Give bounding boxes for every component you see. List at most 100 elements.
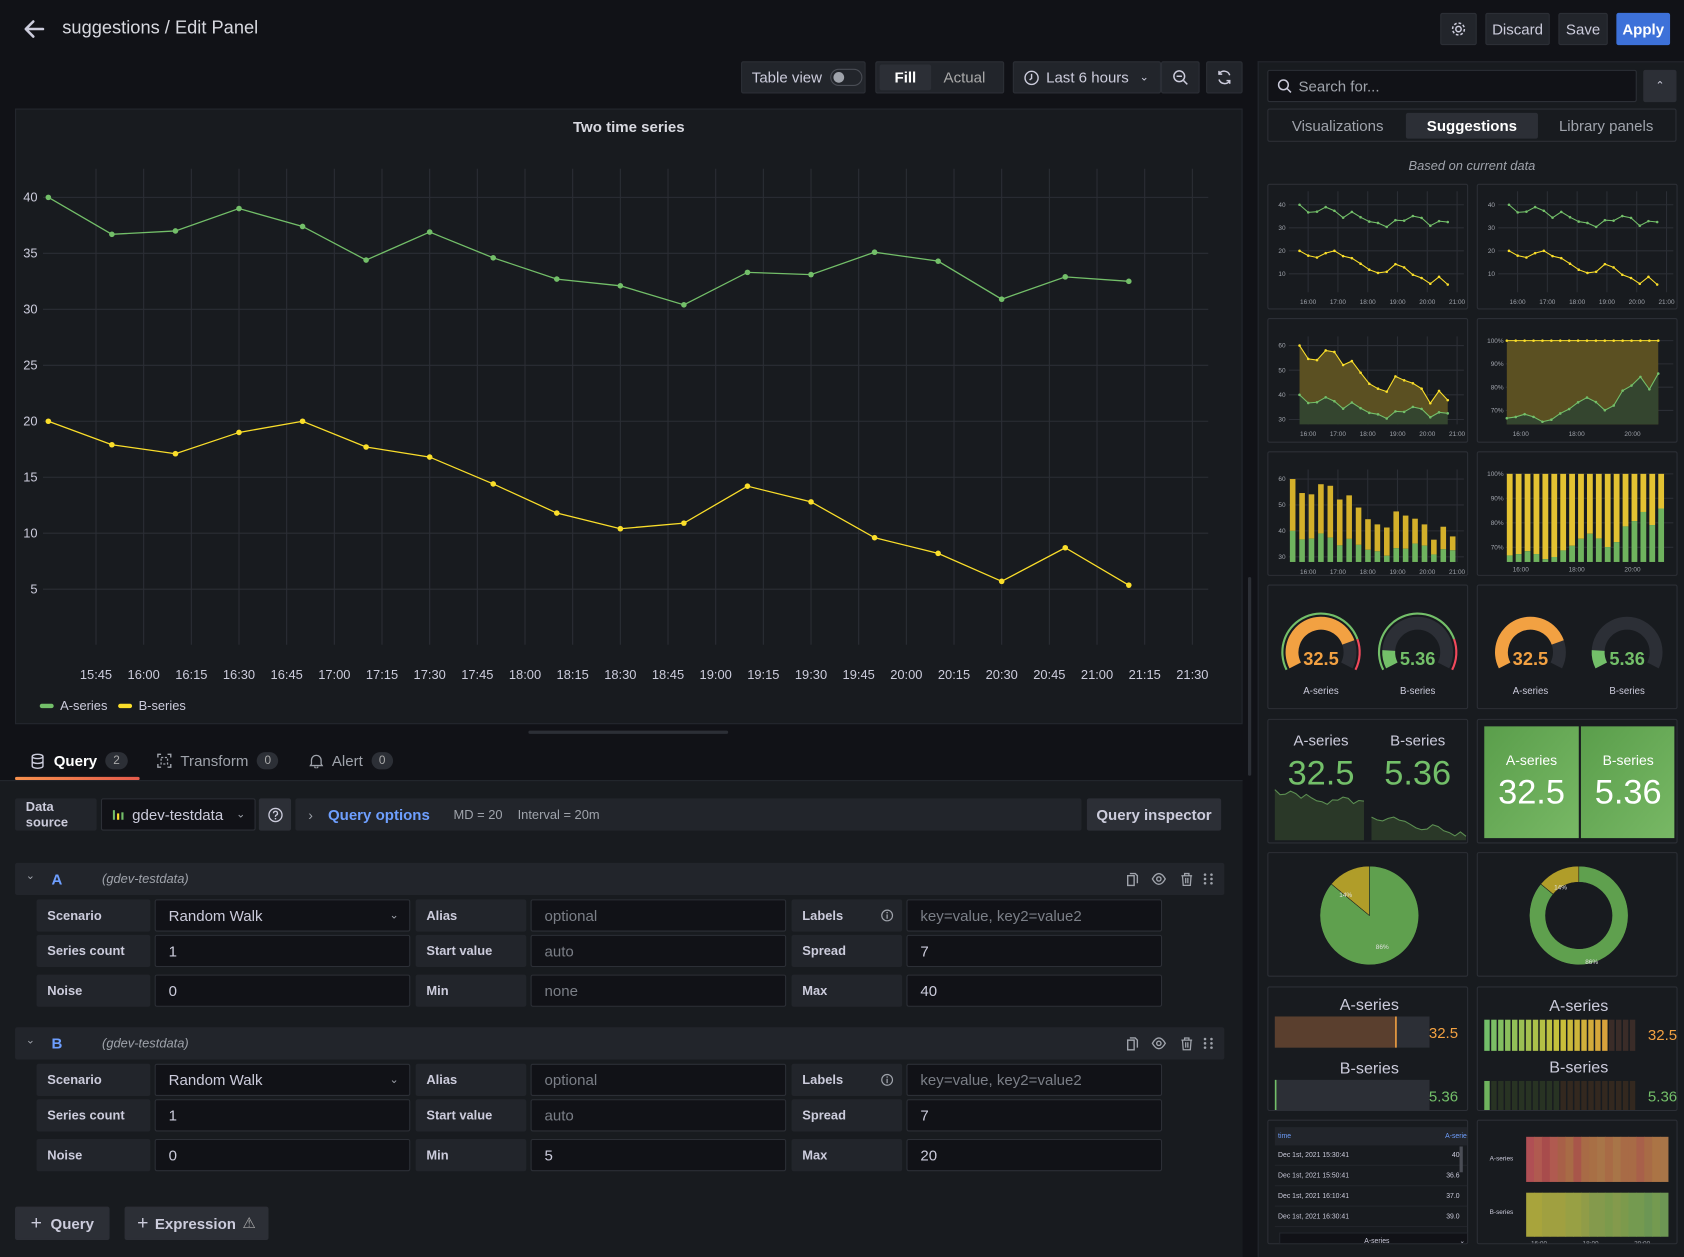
suggestion-gauge-no-thresholds[interactable]: 32.5 5.36 A-series B-series bbox=[1476, 584, 1678, 710]
suggestion-pie[interactable]: 14% 86% bbox=[1267, 852, 1469, 977]
apply-button[interactable]: Apply bbox=[1616, 12, 1671, 46]
save-button[interactable]: Save bbox=[1558, 12, 1608, 46]
panel-resize-handle[interactable] bbox=[528, 730, 729, 734]
drag-handle-icon[interactable] bbox=[1201, 1036, 1216, 1051]
fill-button[interactable]: Fill bbox=[879, 64, 932, 91]
duplicate-icon[interactable] bbox=[1123, 1036, 1139, 1051]
query-row-header[interactable] bbox=[15, 862, 1225, 896]
tab-transform[interactable]: Transform 0 bbox=[157, 752, 279, 770]
collapse-chevron-icon[interactable]: ⌄ bbox=[26, 870, 35, 882]
eye-icon[interactable] bbox=[1151, 1036, 1167, 1051]
table-series-select[interactable]: A-series ⌄ bbox=[1279, 1232, 1468, 1244]
suggestion-percent-area[interactable]: 16:00 18:00 20:00 70% 80% 90% 100% bbox=[1476, 318, 1678, 443]
bar-b bbox=[1551, 473, 1558, 558]
suggestion-table[interactable]: time A-series Dec 1st, 2021 15:30:41 40 Dec … bbox=[1267, 1119, 1469, 1245]
suggestion-state-timeline[interactable]: A-series B-series 16:00 18:00 20:00 bbox=[1476, 1119, 1678, 1245]
settings-button[interactable] bbox=[1440, 12, 1477, 46]
table-scrollbar[interactable] bbox=[1459, 1146, 1463, 1173]
time-range-picker[interactable]: Last 6 hours ⌄ bbox=[1012, 61, 1161, 94]
labels-field[interactable]: key=value, key2=value2 bbox=[906, 899, 1163, 932]
bar-b bbox=[1336, 499, 1343, 546]
toggle-switch[interactable] bbox=[830, 68, 863, 86]
suggestion-stat-sparkline[interactable]: A-series B-series 32.5 5.36 bbox=[1267, 718, 1469, 844]
collapse-sidebar-button[interactable]: ⌃ bbox=[1643, 69, 1677, 103]
query-inspector-button[interactable]: Query inspector bbox=[1086, 798, 1222, 831]
trash-icon[interactable] bbox=[1179, 871, 1194, 887]
query-ref-id[interactable]: A bbox=[52, 870, 63, 887]
max-field[interactable]: 40 bbox=[906, 974, 1163, 1007]
scenario-field[interactable]: Random Walk ⌄ bbox=[154, 899, 411, 932]
zoom-out-button[interactable] bbox=[1160, 61, 1200, 94]
drag-handle-icon[interactable] bbox=[1201, 871, 1216, 886]
spread-field[interactable]: 7 bbox=[906, 1099, 1163, 1132]
labels-field[interactable]: key=value, key2=value2 bbox=[906, 1063, 1163, 1096]
legend-item-b[interactable]: B-series bbox=[118, 698, 186, 713]
y-tick-label: 5 bbox=[30, 581, 37, 596]
mini-point bbox=[1411, 381, 1415, 385]
query-options-label[interactable]: Query options bbox=[328, 806, 430, 823]
tab-suggestions[interactable]: Suggestions bbox=[1405, 112, 1538, 139]
alias-field[interactable]: optional bbox=[530, 899, 787, 932]
query-options-bar[interactable]: › Query options MD = 20 Interval = 20m bbox=[295, 798, 1082, 831]
suggestion-stacked-area[interactable]: 16:00 17:00 18:00 19:00 20:00 21:00 30 40 50 60 bbox=[1267, 318, 1469, 443]
min-field[interactable]: none bbox=[530, 974, 787, 1007]
time-series-chart[interactable]: 15:45 16:00 16:15 16:30 16:45 17:00 17:15 17:30… bbox=[16, 110, 1244, 726]
query-row-header[interactable] bbox=[15, 1027, 1225, 1060]
scenario-field[interactable]: Random Walk ⌄ bbox=[154, 1063, 411, 1096]
mini-x-tick: 20:00 bbox=[1419, 299, 1436, 306]
suggestion-percent-bars[interactable]: 16:00 18:00 20:00 70% 80% 90% 100% bbox=[1476, 451, 1678, 576]
min-field[interactable]: 5 bbox=[530, 1138, 787, 1172]
suggestion-gauge[interactable]: 32.5 5.36 A-series B-series bbox=[1267, 584, 1469, 710]
tab-visualizations[interactable]: Visualizations bbox=[1272, 117, 1404, 134]
discard-button[interactable]: Discard bbox=[1485, 12, 1550, 46]
legend-item-a[interactable]: A-series bbox=[39, 698, 107, 713]
series_count-field[interactable]: 1 bbox=[154, 934, 411, 968]
series_count-field[interactable]: 1 bbox=[154, 1099, 411, 1132]
alias-field[interactable]: optional bbox=[530, 1063, 787, 1096]
eye-icon[interactable] bbox=[1151, 871, 1167, 886]
lcd-cell-a bbox=[1484, 1019, 1490, 1051]
refresh-button[interactable] bbox=[1206, 61, 1243, 94]
mini-x-tick: 18:00 bbox=[1360, 299, 1377, 306]
mini-point bbox=[1411, 273, 1415, 277]
trash-icon[interactable] bbox=[1179, 1036, 1194, 1051]
suggestion-time-series-alt[interactable]: 16:00 17:00 18:00 19:00 20:00 21:00 10 20 30 40 bbox=[1476, 183, 1678, 310]
back-button[interactable] bbox=[21, 15, 47, 43]
datasource-picker[interactable]: gdev-testdata ⌄ bbox=[100, 798, 256, 831]
bar-a bbox=[1421, 545, 1428, 562]
query-ref-id[interactable]: B bbox=[52, 1035, 63, 1052]
suggestion-donut[interactable]: 14% 86% bbox=[1476, 852, 1678, 977]
collapse-chevron-icon[interactable]: ⌄ bbox=[26, 1035, 35, 1047]
mini-point bbox=[1612, 339, 1616, 342]
add-query-button[interactable]: + Query bbox=[15, 1206, 110, 1240]
suggestion-stat-background[interactable]: A-series B-series 32.5 5.36 bbox=[1476, 718, 1678, 844]
viz-search-input[interactable]: Search for... bbox=[1267, 69, 1637, 103]
tab-query[interactable]: Query 2 bbox=[30, 752, 128, 770]
mini-x-tick: 20:00 bbox=[1419, 569, 1436, 576]
start_value-field[interactable]: auto bbox=[530, 934, 787, 968]
add-expression-button[interactable]: + Expression ⚠ bbox=[124, 1206, 269, 1240]
noise-field[interactable]: 0 bbox=[154, 974, 411, 1007]
max-field[interactable]: 20 bbox=[906, 1138, 1163, 1172]
mini-x-tick: 19:00 bbox=[1389, 569, 1406, 576]
bar-b bbox=[1542, 473, 1549, 560]
actual-button[interactable]: Actual bbox=[931, 64, 998, 90]
suggestion-bar-gauge-lcd[interactable]: A-series B-series 32.5 5.36 bbox=[1476, 986, 1678, 1112]
suggestion-bar-gauge-basic[interactable]: A-series 32.5 B-series 5.36 bbox=[1267, 986, 1469, 1112]
noise-field[interactable]: 0 bbox=[154, 1138, 411, 1172]
field-label: Alias bbox=[415, 1063, 527, 1096]
table-view-toggle[interactable]: Table view bbox=[741, 61, 866, 94]
bar-b bbox=[1604, 473, 1611, 548]
tab-library-panels[interactable]: Library panels bbox=[1540, 117, 1672, 134]
suggestion-stacked-bars[interactable]: 16:00 17:00 18:00 19:00 20:00 21:00 30 40 50 60 bbox=[1267, 451, 1469, 576]
tab-alert[interactable]: Alert 0 bbox=[309, 752, 394, 770]
help-button[interactable] bbox=[258, 798, 292, 831]
spread-field[interactable]: 7 bbox=[906, 934, 1163, 968]
data-point bbox=[109, 441, 115, 448]
bar-a bbox=[1631, 521, 1638, 562]
lcd-cell-a bbox=[1588, 1019, 1594, 1051]
duplicate-icon[interactable] bbox=[1123, 871, 1139, 887]
sidebar-resize-handle[interactable] bbox=[1247, 577, 1252, 776]
start_value-field[interactable]: auto bbox=[530, 1099, 787, 1132]
suggestion-time-series[interactable]: 16:00 17:00 18:00 19:00 20:00 21:00 10 20 30 40 bbox=[1267, 183, 1469, 310]
